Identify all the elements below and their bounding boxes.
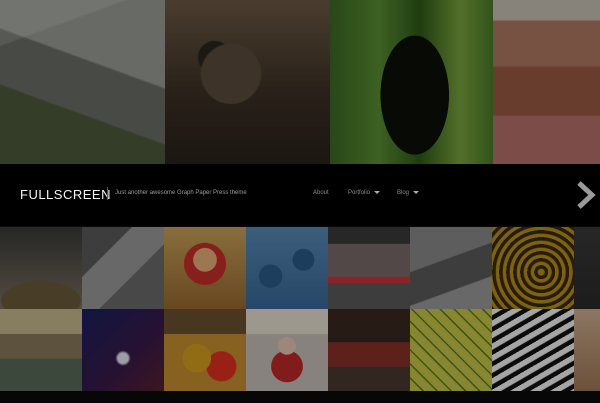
nav-item-blog[interactable]: Blog (397, 190, 420, 196)
thumbnail-photo[interactable] (82, 309, 164, 391)
site-tagline: Just another awesome Graph Paper Press t… (115, 190, 247, 196)
thumbnail-photo[interactable] (0, 227, 82, 309)
nav-item-portfolio[interactable]: Portfolio (348, 190, 381, 196)
title-separator (107, 187, 108, 200)
caret-down-icon (413, 190, 420, 194)
thumbnail-photo[interactable] (246, 227, 328, 309)
thumbnail-photo[interactable] (574, 309, 600, 391)
featured-photo-field[interactable] (493, 0, 600, 164)
nav-item-label: About (313, 190, 329, 196)
site-title[interactable]: FULLSCREEN (20, 187, 111, 202)
chevron-right-icon[interactable] (573, 180, 599, 210)
thumbnail-photo[interactable] (328, 309, 410, 391)
thumbnail-photo[interactable] (492, 227, 574, 309)
nav-item-about[interactable]: About (313, 190, 329, 196)
caret-down-icon (374, 190, 381, 194)
bottom-strip (0, 391, 600, 403)
thumbnail-photo[interactable] (492, 309, 574, 391)
featured-photo-bmx-rider[interactable] (0, 0, 165, 164)
nav-item-label: Portfolio (348, 190, 371, 196)
thumbnail-photo[interactable] (0, 309, 82, 391)
thumbnail-photo[interactable] (574, 227, 600, 309)
featured-photo-beetle[interactable] (330, 0, 493, 164)
nav-item-label: Blog (397, 190, 410, 196)
thumbnail-photo[interactable] (164, 227, 246, 309)
featured-photo-bike-trick[interactable] (165, 0, 330, 164)
thumbnail-photo[interactable] (246, 309, 328, 391)
thumbnail-photo[interactable] (164, 309, 246, 391)
thumbnail-photo[interactable] (410, 309, 492, 391)
thumbnail-photo[interactable] (410, 227, 492, 309)
thumbnail-photo[interactable] (82, 227, 164, 309)
thumbnail-photo[interactable] (328, 227, 410, 309)
